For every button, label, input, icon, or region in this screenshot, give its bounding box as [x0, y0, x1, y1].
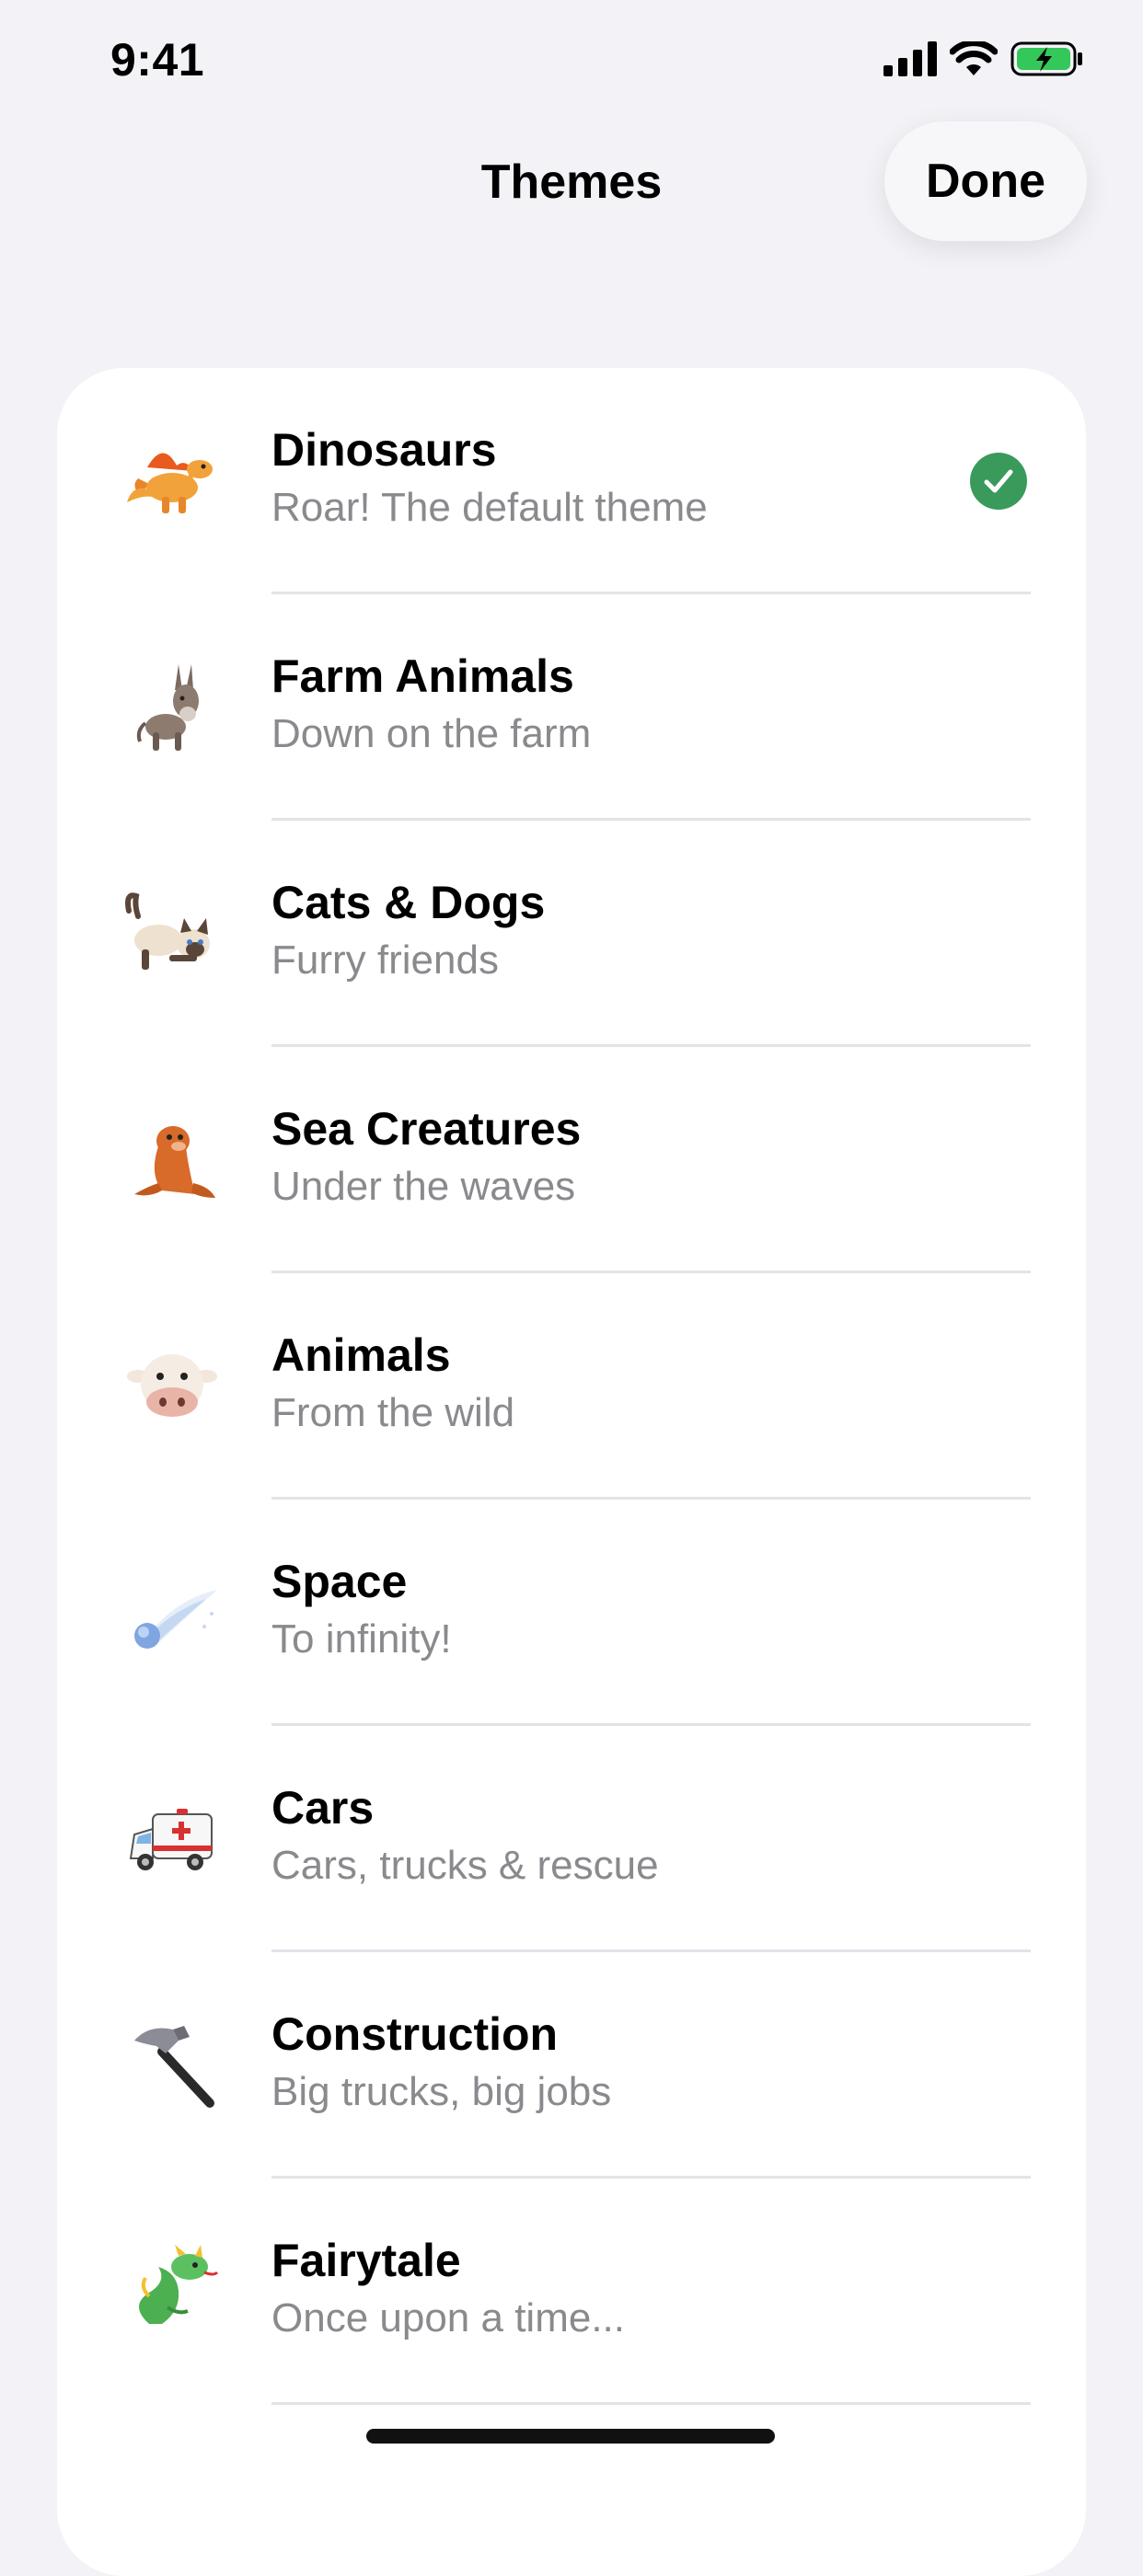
theme-title: Cars [271, 1782, 375, 1834]
home-indicator [366, 2429, 775, 2444]
theme-row-construction[interactable]: Construction Big trucks, big jobs [57, 1952, 1086, 2179]
theme-row-dinosaurs[interactable]: Dinosaurs Roar! The default theme [57, 368, 1086, 594]
theme-subtitle: From the wild [271, 1390, 515, 1435]
theme-row-animals[interactable]: Animals From the wild [57, 1273, 1086, 1500]
theme-subtitle: Big trucks, big jobs [271, 2069, 612, 2114]
theme-title: Space [271, 1556, 408, 1607]
theme-row-cats-dogs[interactable]: Cats & Dogs Furry friends [57, 821, 1086, 1047]
theme-title: Dinosaurs [271, 424, 497, 476]
theme-title: Cats & Dogs [271, 877, 546, 928]
signal-icon [883, 41, 937, 76]
row-divider [271, 2402, 1031, 2405]
done-button[interactable]: Done [884, 121, 1087, 241]
theme-title: Farm Animals [271, 650, 574, 702]
theme-subtitle: Cars, trucks & rescue [271, 1843, 659, 1888]
wifi-icon [950, 41, 998, 75]
themes-list: Dinosaurs Roar! The default theme Farm A… [57, 368, 1086, 2576]
theme-title: Construction [271, 2008, 559, 2060]
dinosaur-icon [127, 453, 213, 513]
status-icons [883, 40, 1084, 77]
dragon-icon [139, 2245, 219, 2324]
battery-charging-icon [1010, 41, 1082, 76]
checkmark-icon [970, 453, 1027, 510]
status-bar: 9:41 [0, 0, 1143, 129]
cow-icon [127, 1354, 217, 1417]
theme-row-space[interactable]: Space To infinity! [57, 1500, 1086, 1726]
theme-title: Fairytale [271, 2235, 461, 2286]
theme-row-farm-animals[interactable]: Farm Animals Down on the farm [57, 594, 1086, 821]
cat-icon [125, 892, 210, 970]
hammer-icon [134, 2026, 214, 2108]
theme-subtitle: Furry friends [271, 937, 499, 983]
theme-subtitle: Once upon a time... [271, 2295, 625, 2340]
theme-subtitle: Roar! The default theme [271, 485, 708, 530]
comet-icon [134, 1590, 217, 1649]
theme-subtitle: Under the waves [271, 1164, 576, 1209]
seal-icon [134, 1126, 215, 1198]
status-time: 9:41 [110, 34, 205, 86]
theme-row-fairytale[interactable]: Fairytale Once upon a time... [57, 2179, 1086, 2405]
theme-title: Animals [271, 1329, 451, 1381]
theme-subtitle: Down on the farm [271, 711, 592, 756]
donkey-icon [136, 664, 199, 751]
ambulance-icon [129, 1809, 213, 1870]
theme-row-sea-creatures[interactable]: Sea Creatures Under the waves [57, 1047, 1086, 1273]
theme-subtitle: To infinity! [271, 1616, 452, 1662]
theme-title: Sea Creatures [271, 1103, 582, 1155]
theme-row-cars[interactable]: Cars Cars, trucks & rescue [57, 1726, 1086, 1952]
